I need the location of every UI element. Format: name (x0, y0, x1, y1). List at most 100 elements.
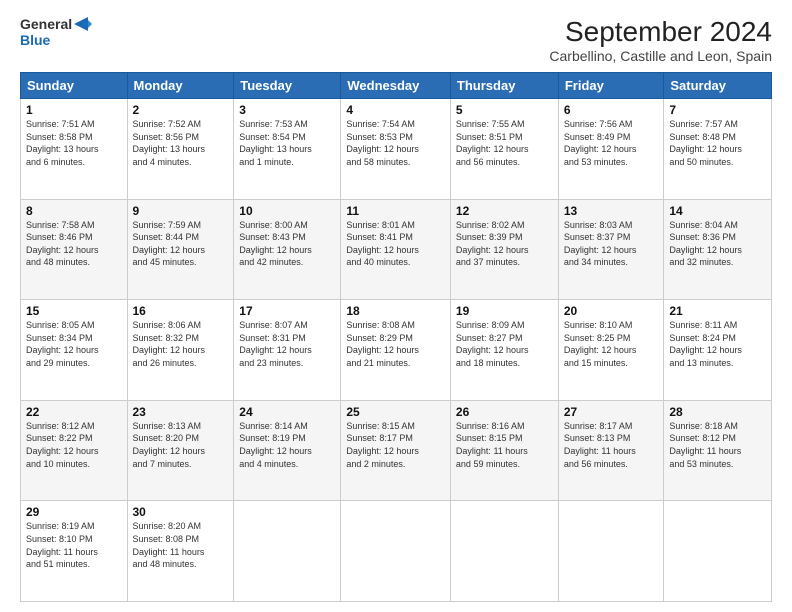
day-info: Sunrise: 7:55 AMSunset: 8:51 PMDaylight:… (456, 118, 553, 168)
calendar-cell: 5Sunrise: 7:55 AMSunset: 8:51 PMDaylight… (450, 99, 558, 200)
day-number: 13 (564, 204, 659, 218)
day-number: 16 (133, 304, 229, 318)
calendar-cell: 2Sunrise: 7:52 AMSunset: 8:56 PMDaylight… (127, 99, 234, 200)
day-number: 26 (456, 405, 553, 419)
day-info: Sunrise: 7:58 AMSunset: 8:46 PMDaylight:… (26, 219, 122, 269)
calendar-cell: 3Sunrise: 7:53 AMSunset: 8:54 PMDaylight… (234, 99, 341, 200)
day-info: Sunrise: 8:16 AMSunset: 8:15 PMDaylight:… (456, 420, 553, 470)
calendar-cell: 23Sunrise: 8:13 AMSunset: 8:20 PMDayligh… (127, 400, 234, 501)
day-info: Sunrise: 7:54 AMSunset: 8:53 PMDaylight:… (346, 118, 445, 168)
day-info: Sunrise: 7:56 AMSunset: 8:49 PMDaylight:… (564, 118, 659, 168)
day-number: 9 (133, 204, 229, 218)
day-info: Sunrise: 8:04 AMSunset: 8:36 PMDaylight:… (669, 219, 766, 269)
day-info: Sunrise: 8:01 AMSunset: 8:41 PMDaylight:… (346, 219, 445, 269)
calendar-cell: 20Sunrise: 8:10 AMSunset: 8:25 PMDayligh… (558, 300, 664, 401)
calendar-week: 29Sunrise: 8:19 AMSunset: 8:10 PMDayligh… (21, 501, 772, 602)
calendar-cell (341, 501, 451, 602)
calendar-cell: 6Sunrise: 7:56 AMSunset: 8:49 PMDaylight… (558, 99, 664, 200)
day-number: 6 (564, 103, 659, 117)
calendar-cell: 13Sunrise: 8:03 AMSunset: 8:37 PMDayligh… (558, 199, 664, 300)
weekday-header: Sunday (21, 73, 128, 99)
calendar-cell: 30Sunrise: 8:20 AMSunset: 8:08 PMDayligh… (127, 501, 234, 602)
day-number: 14 (669, 204, 766, 218)
day-number: 2 (133, 103, 229, 117)
logo-general: General (20, 16, 72, 32)
day-number: 25 (346, 405, 445, 419)
weekday-header: Wednesday (341, 73, 451, 99)
day-number: 27 (564, 405, 659, 419)
weekday-header: Friday (558, 73, 664, 99)
calendar-week: 1Sunrise: 7:51 AMSunset: 8:58 PMDaylight… (21, 99, 772, 200)
calendar-cell: 29Sunrise: 8:19 AMSunset: 8:10 PMDayligh… (21, 501, 128, 602)
calendar-week: 22Sunrise: 8:12 AMSunset: 8:22 PMDayligh… (21, 400, 772, 501)
calendar-cell: 19Sunrise: 8:09 AMSunset: 8:27 PMDayligh… (450, 300, 558, 401)
day-number: 4 (346, 103, 445, 117)
calendar-cell: 7Sunrise: 7:57 AMSunset: 8:48 PMDaylight… (664, 99, 772, 200)
day-info: Sunrise: 8:11 AMSunset: 8:24 PMDaylight:… (669, 319, 766, 369)
day-number: 24 (239, 405, 335, 419)
calendar-cell: 25Sunrise: 8:15 AMSunset: 8:17 PMDayligh… (341, 400, 451, 501)
calendar-cell: 14Sunrise: 8:04 AMSunset: 8:36 PMDayligh… (664, 199, 772, 300)
calendar-week: 8Sunrise: 7:58 AMSunset: 8:46 PMDaylight… (21, 199, 772, 300)
day-info: Sunrise: 8:06 AMSunset: 8:32 PMDaylight:… (133, 319, 229, 369)
day-info: Sunrise: 8:12 AMSunset: 8:22 PMDaylight:… (26, 420, 122, 470)
day-info: Sunrise: 7:52 AMSunset: 8:56 PMDaylight:… (133, 118, 229, 168)
calendar-cell: 24Sunrise: 8:14 AMSunset: 8:19 PMDayligh… (234, 400, 341, 501)
logo: General Blue (20, 16, 92, 48)
calendar-cell: 26Sunrise: 8:16 AMSunset: 8:15 PMDayligh… (450, 400, 558, 501)
day-number: 18 (346, 304, 445, 318)
weekday-header: Tuesday (234, 73, 341, 99)
day-info: Sunrise: 8:03 AMSunset: 8:37 PMDaylight:… (564, 219, 659, 269)
weekday-header: Monday (127, 73, 234, 99)
day-info: Sunrise: 7:57 AMSunset: 8:48 PMDaylight:… (669, 118, 766, 168)
day-number: 21 (669, 304, 766, 318)
calendar-cell (664, 501, 772, 602)
calendar-cell: 9Sunrise: 7:59 AMSunset: 8:44 PMDaylight… (127, 199, 234, 300)
calendar-cell (558, 501, 664, 602)
day-info: Sunrise: 7:53 AMSunset: 8:54 PMDaylight:… (239, 118, 335, 168)
calendar-cell: 17Sunrise: 8:07 AMSunset: 8:31 PMDayligh… (234, 300, 341, 401)
calendar-cell: 12Sunrise: 8:02 AMSunset: 8:39 PMDayligh… (450, 199, 558, 300)
calendar-cell: 28Sunrise: 8:18 AMSunset: 8:12 PMDayligh… (664, 400, 772, 501)
day-number: 29 (26, 505, 122, 519)
day-number: 17 (239, 304, 335, 318)
day-number: 23 (133, 405, 229, 419)
day-number: 11 (346, 204, 445, 218)
weekday-header: Saturday (664, 73, 772, 99)
calendar-cell: 22Sunrise: 8:12 AMSunset: 8:22 PMDayligh… (21, 400, 128, 501)
day-info: Sunrise: 8:09 AMSunset: 8:27 PMDaylight:… (456, 319, 553, 369)
day-number: 30 (133, 505, 229, 519)
day-number: 5 (456, 103, 553, 117)
day-number: 7 (669, 103, 766, 117)
day-info: Sunrise: 8:08 AMSunset: 8:29 PMDaylight:… (346, 319, 445, 369)
calendar-cell: 11Sunrise: 8:01 AMSunset: 8:41 PMDayligh… (341, 199, 451, 300)
calendar-cell: 15Sunrise: 8:05 AMSunset: 8:34 PMDayligh… (21, 300, 128, 401)
calendar-cell (234, 501, 341, 602)
calendar-cell: 1Sunrise: 7:51 AMSunset: 8:58 PMDaylight… (21, 99, 128, 200)
logo-bird-icon (74, 17, 92, 31)
day-number: 19 (456, 304, 553, 318)
day-info: Sunrise: 8:05 AMSunset: 8:34 PMDaylight:… (26, 319, 122, 369)
weekday-header: Thursday (450, 73, 558, 99)
page: General Blue September 2024 Carbellino, … (0, 0, 792, 612)
day-number: 22 (26, 405, 122, 419)
day-number: 20 (564, 304, 659, 318)
day-info: Sunrise: 7:59 AMSunset: 8:44 PMDaylight:… (133, 219, 229, 269)
calendar-cell (450, 501, 558, 602)
day-info: Sunrise: 8:19 AMSunset: 8:10 PMDaylight:… (26, 520, 122, 570)
calendar-cell: 4Sunrise: 7:54 AMSunset: 8:53 PMDaylight… (341, 99, 451, 200)
day-info: Sunrise: 8:02 AMSunset: 8:39 PMDaylight:… (456, 219, 553, 269)
day-info: Sunrise: 8:18 AMSunset: 8:12 PMDaylight:… (669, 420, 766, 470)
day-info: Sunrise: 8:20 AMSunset: 8:08 PMDaylight:… (133, 520, 229, 570)
day-number: 28 (669, 405, 766, 419)
day-number: 3 (239, 103, 335, 117)
logo-blue: Blue (20, 32, 50, 48)
day-number: 8 (26, 204, 122, 218)
day-info: Sunrise: 8:10 AMSunset: 8:25 PMDaylight:… (564, 319, 659, 369)
calendar-week: 15Sunrise: 8:05 AMSunset: 8:34 PMDayligh… (21, 300, 772, 401)
calendar-cell: 21Sunrise: 8:11 AMSunset: 8:24 PMDayligh… (664, 300, 772, 401)
calendar-cell: 27Sunrise: 8:17 AMSunset: 8:13 PMDayligh… (558, 400, 664, 501)
day-number: 15 (26, 304, 122, 318)
day-info: Sunrise: 7:51 AMSunset: 8:58 PMDaylight:… (26, 118, 122, 168)
calendar-header: SundayMondayTuesdayWednesdayThursdayFrid… (21, 73, 772, 99)
